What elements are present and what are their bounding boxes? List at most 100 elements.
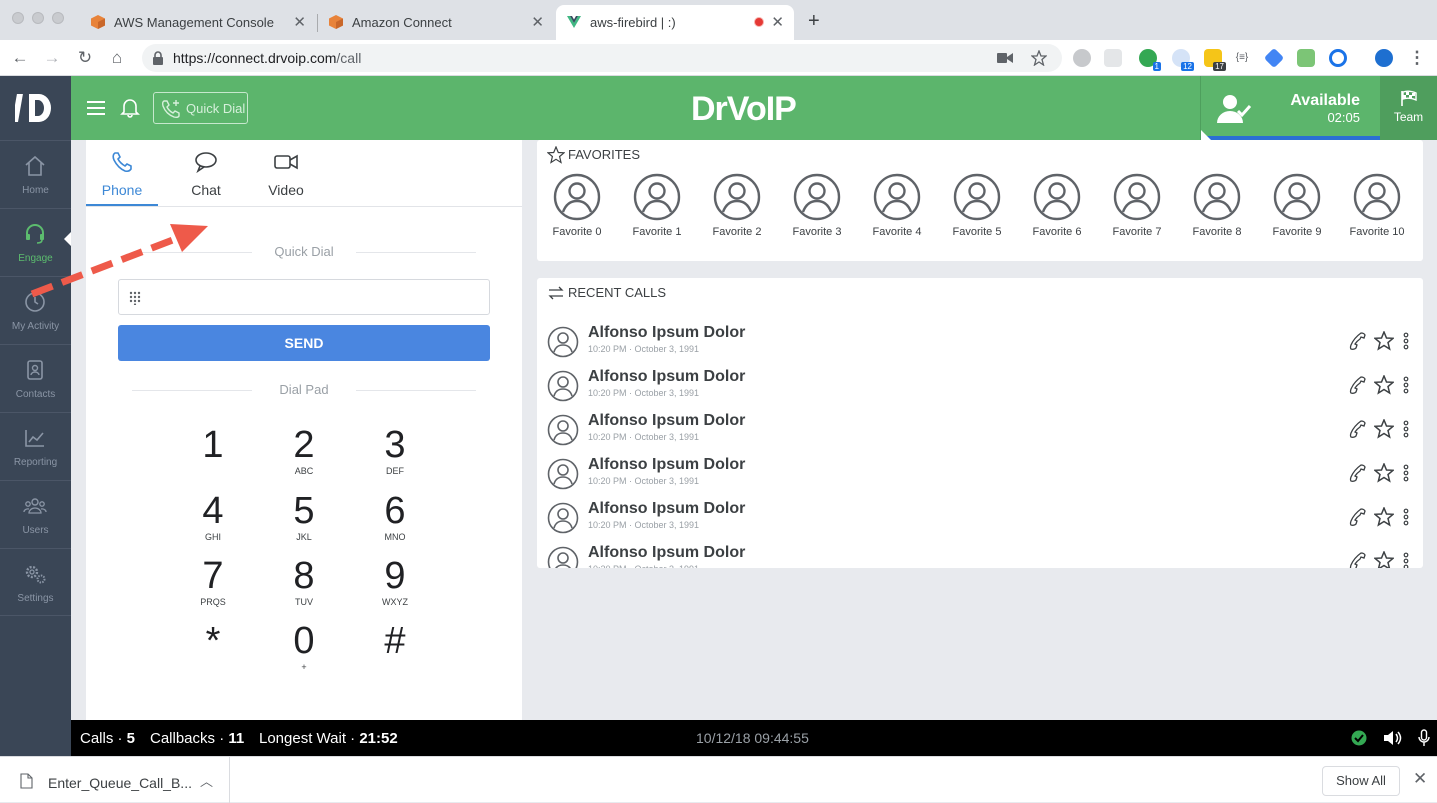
sidebar-item-settings[interactable]: Settings <box>0 548 71 616</box>
extension-green-icon[interactable]: 1 <box>1139 49 1161 71</box>
send-button[interactable]: SEND <box>118 325 490 361</box>
user-avatar-icon <box>633 173 681 221</box>
quick-dial-field[interactable] <box>118 279 490 315</box>
recent-call-row[interactable]: Alfonso Ipsum Dolor 10:20 PM · October 3,… <box>537 364 1423 408</box>
forward-button[interactable]: → <box>42 48 62 68</box>
favorite-item[interactable]: Favorite 4 <box>857 173 937 243</box>
dial-key[interactable]: * <box>178 620 248 680</box>
browser-tab-aws-firebird[interactable]: aws-firebird | :) ✕ <box>556 5 794 40</box>
more-options-icon[interactable] <box>1396 419 1416 439</box>
browser-tab-aws-console[interactable]: AWS Management Console ✕ <box>80 5 316 40</box>
microphone-icon[interactable] <box>1418 729 1430 747</box>
favorite-star-icon[interactable] <box>1374 551 1394 568</box>
dial-key[interactable]: 7 PRQS <box>178 555 248 615</box>
sidebar-item-contacts[interactable]: Contacts <box>0 344 71 412</box>
new-tab-button[interactable]: + <box>808 10 820 33</box>
download-item[interactable]: Enter_Queue_Call_B... ︿ <box>0 757 230 803</box>
speaker-icon[interactable] <box>1383 730 1403 746</box>
agent-status-button[interactable]: Available 02:05 <box>1200 76 1381 140</box>
favorite-item[interactable]: Favorite 2 <box>697 173 777 243</box>
extension-gray-icon[interactable] <box>1073 49 1091 67</box>
call-back-icon[interactable] <box>1347 463 1367 483</box>
extension-braces-icon[interactable]: {≡} <box>1233 49 1251 67</box>
home-button[interactable]: ⌂ <box>107 48 127 68</box>
recent-call-row[interactable]: Alfonso Ipsum Dolor 10:20 PM · October 3,… <box>537 320 1423 364</box>
dial-key[interactable]: 5 JKL <box>269 490 339 550</box>
favorite-star-icon[interactable] <box>1374 463 1394 483</box>
back-button[interactable]: ← <box>10 48 30 68</box>
favorite-item[interactable]: Favorite 1 <box>617 173 697 243</box>
address-bar[interactable]: https://connect.drvoip.com/call <box>142 44 1062 72</box>
dial-key[interactable]: 2 ABC <box>269 424 339 484</box>
extension-ring-icon[interactable] <box>1329 49 1347 67</box>
sidebar-item-users[interactable]: Users <box>0 480 71 548</box>
browser-tab-amazon-connect[interactable]: Amazon Connect ✕ <box>318 5 554 40</box>
more-options-icon[interactable] <box>1396 375 1416 395</box>
extension-face-icon[interactable] <box>1297 49 1315 67</box>
bell-icon[interactable] <box>119 96 141 118</box>
extension-tag-icon[interactable] <box>1263 47 1285 69</box>
more-options-icon[interactable] <box>1396 507 1416 527</box>
favorite-item[interactable]: Favorite 6 <box>1017 173 1097 243</box>
tab-close-icon[interactable]: ✕ <box>771 13 784 31</box>
dial-key[interactable]: 8 TUV <box>269 555 339 615</box>
favorite-item[interactable]: Favorite 9 <box>1257 173 1337 243</box>
extension-cloud-icon[interactable] <box>1104 49 1122 67</box>
recent-call-row[interactable]: Alfonso Ipsum Dolor 10:20 PM · October 3,… <box>537 540 1423 568</box>
quick-dial-input[interactable] <box>151 288 471 306</box>
profile-avatar[interactable] <box>1375 49 1393 67</box>
quick-dial-button[interactable]: Quick Dial <box>153 92 248 124</box>
tab-close-icon[interactable]: ✕ <box>531 13 544 31</box>
dial-key[interactable]: 3 DEF <box>360 424 430 484</box>
call-back-icon[interactable] <box>1347 507 1367 527</box>
more-options-icon[interactable] <box>1396 551 1416 568</box>
show-all-button[interactable]: Show All <box>1322 766 1400 796</box>
favorite-item[interactable]: Favorite 8 <box>1177 173 1257 243</box>
reload-button[interactable]: ↻ <box>75 48 95 68</box>
call-back-icon[interactable] <box>1347 331 1367 351</box>
call-back-icon[interactable] <box>1347 419 1367 439</box>
recent-call-row[interactable]: Alfonso Ipsum Dolor 10:20 PM · October 3,… <box>537 408 1423 452</box>
sidebar-item-my-activity[interactable]: My Activity <box>0 276 71 344</box>
close-icon[interactable]: ✕ <box>1413 769 1427 789</box>
dial-key[interactable]: 0 + <box>269 620 339 680</box>
sidebar-item-home[interactable]: Home <box>0 140 71 208</box>
camera-icon[interactable] <box>997 52 1013 64</box>
extension-globe-icon[interactable]: 12 <box>1172 49 1194 71</box>
more-options-icon[interactable] <box>1396 331 1416 351</box>
dial-key[interactable]: 9 WXYZ <box>360 555 430 615</box>
tab-close-icon[interactable]: ✕ <box>293 13 306 31</box>
favorite-star-icon[interactable] <box>1374 331 1394 351</box>
dial-key[interactable]: # <box>360 620 430 680</box>
tab-chat[interactable]: Chat <box>170 140 242 206</box>
hamburger-menu-icon[interactable] <box>85 97 107 119</box>
recent-call-row[interactable]: Alfonso Ipsum Dolor 10:20 PM · October 3,… <box>537 496 1423 540</box>
call-back-icon[interactable] <box>1347 551 1367 568</box>
sidebar-item-reporting[interactable]: Reporting <box>0 412 71 480</box>
window-zoom-button[interactable] <box>52 12 64 24</box>
more-options-icon[interactable] <box>1396 463 1416 483</box>
favorite-item[interactable]: Favorite 7 <box>1097 173 1177 243</box>
dial-key[interactable]: 6 MNO <box>360 490 430 550</box>
extension-yellow-icon[interactable]: 17 <box>1204 49 1226 71</box>
sidebar-item-engage[interactable]: Engage <box>0 208 71 276</box>
dial-key[interactable]: 1 <box>178 424 248 484</box>
tab-phone[interactable]: Phone <box>86 140 158 206</box>
team-button[interactable]: Team <box>1380 76 1437 140</box>
window-minimize-button[interactable] <box>32 12 44 24</box>
browser-menu-icon[interactable]: ⋮ <box>1407 48 1427 68</box>
favorite-item[interactable]: Favorite 10 <box>1337 173 1417 243</box>
recent-call-row[interactable]: Alfonso Ipsum Dolor 10:20 PM · October 3,… <box>537 452 1423 496</box>
bookmark-star-icon[interactable] <box>1031 50 1047 66</box>
favorite-item[interactable]: Favorite 5 <box>937 173 1017 243</box>
favorite-item[interactable]: Favorite 0 <box>537 173 617 243</box>
favorite-item[interactable]: Favorite 3 <box>777 173 857 243</box>
dial-key[interactable]: 4 GHI <box>178 490 248 550</box>
favorite-star-icon[interactable] <box>1374 375 1394 395</box>
window-close-button[interactable] <box>12 12 24 24</box>
tab-video[interactable]: Video <box>250 140 322 206</box>
chevron-up-icon[interactable]: ︿ <box>200 771 213 790</box>
favorite-star-icon[interactable] <box>1374 419 1394 439</box>
call-back-icon[interactable] <box>1347 375 1367 395</box>
favorite-star-icon[interactable] <box>1374 507 1394 527</box>
